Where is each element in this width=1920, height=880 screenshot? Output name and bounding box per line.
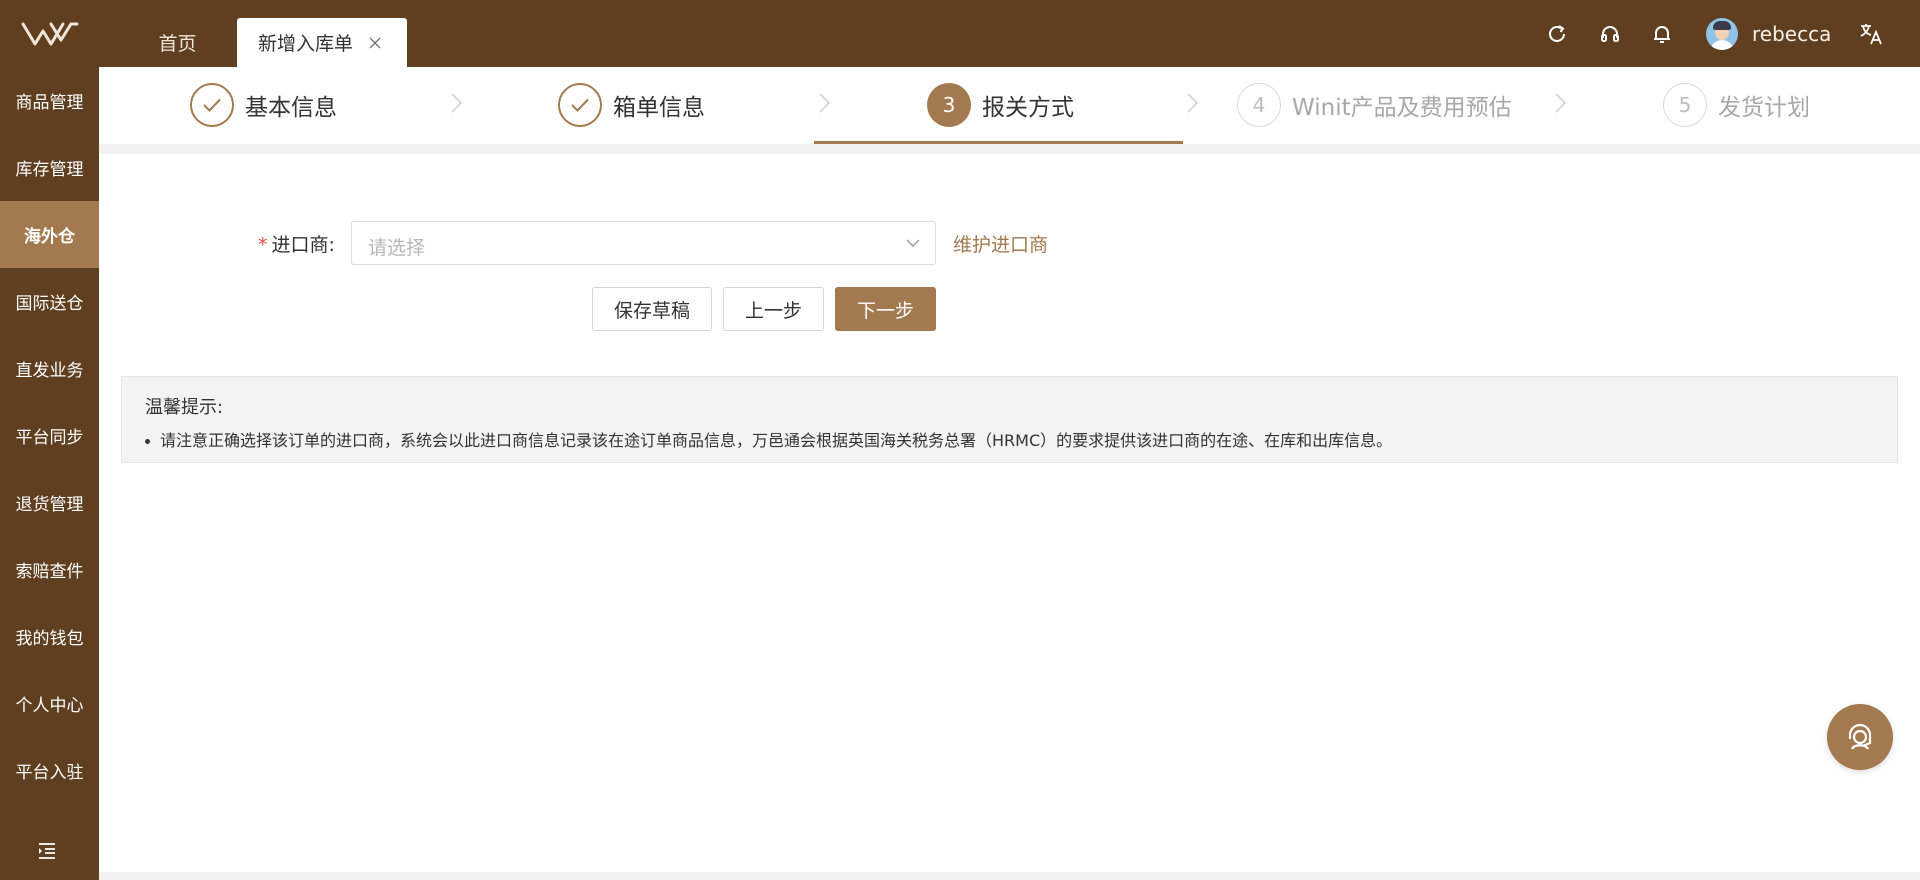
next-step-button[interactable]: 下一步 <box>835 287 936 331</box>
sidebar-item-label: 平台入驻 <box>15 763 84 783</box>
sidebar-item-label: 国际送仓 <box>15 294 84 314</box>
sidebar-item-platform-onboarding[interactable]: 平台入驻 <box>0 737 99 804</box>
customer-service-icon <box>1848 723 1872 750</box>
tab-home[interactable]: 首页 <box>120 18 235 67</box>
bullet-icon <box>145 439 150 444</box>
check-icon <box>190 83 234 127</box>
sidebar-item-label: 我的钱包 <box>15 629 84 649</box>
step-shipping-plan[interactable]: 5 发货计划 <box>1663 83 1810 127</box>
save-draft-button[interactable]: 保存草稿 <box>592 287 712 331</box>
step-winit-product-fee-estimate[interactable]: 4 Winit产品及费用预估 <box>1237 83 1512 127</box>
step-number: 3 <box>927 83 971 127</box>
collapse-menu-icon[interactable] <box>36 842 62 862</box>
importer-label-text: 进口商: <box>271 234 335 256</box>
username: rebecca <box>1752 22 1832 46</box>
avatar <box>1706 18 1738 50</box>
tip-box: 温馨提示: 请注意正确选择该订单的进口商，系统会以此进口商信息记录该在途订单商品… <box>121 376 1898 463</box>
importer-select[interactable]: 请选择 <box>351 221 936 265</box>
chevron-right-icon <box>451 93 463 113</box>
sidebar-item-inventory-management[interactable]: 库存管理 <box>0 134 99 201</box>
top-bar: 首页 新增入库单 rebecca <box>0 0 1920 67</box>
customer-service-button[interactable] <box>1827 704 1893 770</box>
step-basic-info[interactable]: 基本信息 <box>190 83 337 127</box>
chevron-right-icon <box>819 93 831 113</box>
sidebar-item-personal-center[interactable]: 个人中心 <box>0 670 99 737</box>
sidebar-item-label: 直发业务 <box>15 361 84 381</box>
winit-logo-icon <box>21 22 78 45</box>
sidebar-item-claims[interactable]: 索赔查件 <box>0 536 99 603</box>
step-label: Winit产品及费用预估 <box>1292 95 1512 121</box>
tab-home-label: 首页 <box>158 33 197 55</box>
sidebar-item-label: 个人中心 <box>15 696 84 716</box>
sidebar-item-returns[interactable]: 退货管理 <box>0 469 99 536</box>
check-icon <box>558 83 602 127</box>
step-packing-list[interactable]: 箱单信息 <box>558 83 705 127</box>
step-label: 箱单信息 <box>613 95 705 121</box>
sidebar-item-international-delivery[interactable]: 国际送仓 <box>0 268 99 335</box>
maintain-importer-link[interactable]: 维护进口商 <box>953 230 1048 257</box>
sidebar-item-label: 商品管理 <box>15 93 84 113</box>
step-number: 4 <box>1237 83 1281 127</box>
tab-active-label: 新增入库单 <box>258 33 354 55</box>
sidebar-item-label: 退货管理 <box>15 495 84 515</box>
importer-select-placeholder: 请选择 <box>368 237 426 259</box>
chevron-right-icon <box>1187 93 1199 113</box>
required-mark: * <box>258 234 268 256</box>
chevron-right-icon <box>1555 93 1567 113</box>
sidebar-item-label: 平台同步 <box>15 428 84 448</box>
translate-icon[interactable] <box>1857 20 1885 48</box>
sidebar: 商品管理 库存管理 海外仓 国际送仓 直发业务 平台同步 退货管理 索赔查件 我… <box>0 67 99 880</box>
sidebar-item-direct-shipping[interactable]: 直发业务 <box>0 335 99 402</box>
sidebar-item-product-management[interactable]: 商品管理 <box>0 67 99 134</box>
footer-divider <box>99 872 1920 880</box>
tip-title: 温馨提示: <box>145 397 224 418</box>
step-label: 报关方式 <box>982 95 1074 121</box>
refresh-icon[interactable] <box>1543 20 1571 48</box>
sidebar-item-wallet[interactable]: 我的钱包 <box>0 603 99 670</box>
tab-new-inbound-order[interactable]: 新增入库单 <box>237 18 407 67</box>
previous-step-button-label: 上一步 <box>744 299 802 322</box>
sidebar-item-platform-sync[interactable]: 平台同步 <box>0 402 99 469</box>
tip-text-line: 请注意正确选择该订单的进口商，系统会以此进口商信息记录该在途订单商品信息，万邑通… <box>145 427 1392 451</box>
tip-text: 请注意正确选择该订单的进口商，系统会以此进口商信息记录该在途订单商品信息，万邑通… <box>160 431 1393 450</box>
logo[interactable] <box>0 0 99 67</box>
previous-step-button[interactable]: 上一步 <box>723 287 824 331</box>
close-icon[interactable] <box>367 35 383 51</box>
user-menu[interactable]: rebecca <box>1706 18 1831 50</box>
next-step-button-label: 下一步 <box>856 299 914 322</box>
sidebar-item-label: 库存管理 <box>15 160 84 180</box>
headset-icon[interactable] <box>1596 20 1624 48</box>
step-label: 发货计划 <box>1718 95 1810 121</box>
importer-label: * 进口商: <box>258 230 335 257</box>
chevron-down-icon <box>906 239 920 248</box>
content-divider <box>99 144 1920 154</box>
save-draft-button-label: 保存草稿 <box>613 299 690 322</box>
sidebar-item-overseas-warehouse[interactable]: 海外仓 <box>0 201 99 268</box>
step-label: 基本信息 <box>245 95 337 121</box>
bell-icon[interactable] <box>1648 20 1676 48</box>
step-customs-method[interactable]: 3 报关方式 <box>927 83 1074 127</box>
sidebar-item-label: 海外仓 <box>24 227 75 247</box>
sidebar-item-label: 索赔查件 <box>15 562 84 582</box>
step-number: 5 <box>1663 83 1707 127</box>
